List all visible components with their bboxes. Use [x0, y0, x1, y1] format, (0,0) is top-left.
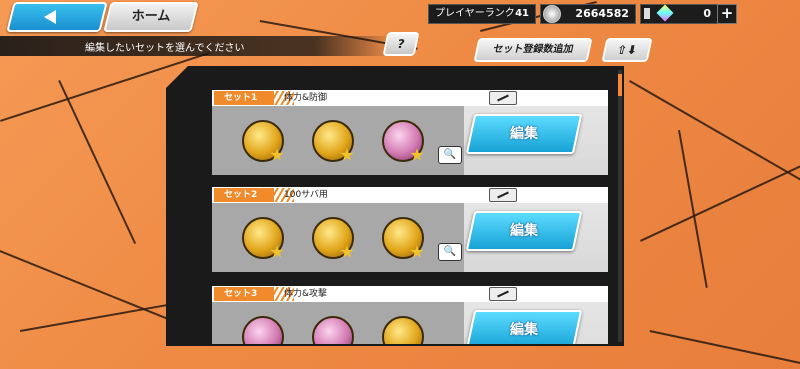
gem-icon	[656, 4, 674, 22]
edit-label: 編集	[510, 223, 538, 239]
magnifier-icon[interactable]: 🔍	[438, 146, 462, 164]
gem-value: 0	[703, 7, 711, 20]
add-set-slots-button[interactable]: セット登録数追加	[473, 38, 593, 62]
gem-counter: 0	[640, 4, 718, 24]
medal-slots: 🔍	[212, 106, 464, 175]
set-name: 100サバ用	[284, 190, 328, 200]
rename-pen-icon[interactable]	[489, 91, 517, 105]
edit-set-button[interactable]: 編集	[465, 114, 583, 154]
edit-set-button[interactable]: 編集	[465, 211, 583, 251]
medal-slots	[212, 302, 464, 344]
set-name: 体力&攻撃	[284, 289, 328, 299]
set-name: 体力&防御	[284, 93, 328, 103]
set-tag: セット1	[214, 91, 274, 105]
scrollbar[interactable]	[618, 70, 622, 342]
set-body: 🔍 編集	[212, 106, 608, 175]
instruction-text: 編集したいセットを選んでください	[85, 43, 245, 54]
coin-icon	[543, 5, 561, 23]
sort-button[interactable]: ⇧⬇	[601, 38, 653, 62]
medal-slots: 🔍	[212, 203, 464, 272]
edit-label: 編集	[510, 322, 538, 338]
rename-pen-icon[interactable]	[489, 188, 517, 202]
player-rank-label: プレイヤーランク	[435, 8, 515, 19]
edit-label: 編集	[510, 126, 538, 142]
set-tag: セット3	[214, 287, 274, 301]
top-bar: ホーム プレイヤーランク 41 2664582 0 +	[0, 0, 800, 32]
set-header: セット1 体力&防御	[212, 90, 608, 106]
instruction-bar: 編集したいセットを選んでください	[0, 36, 395, 56]
coin-counter: 2664582	[540, 4, 636, 24]
gem-bar-icon	[644, 8, 650, 19]
home-button[interactable]: ホーム	[103, 2, 199, 32]
set-row: セット2 100サバ用 🔍 編集	[212, 187, 608, 272]
medal-slot[interactable]	[382, 316, 424, 344]
back-button[interactable]	[6, 2, 108, 32]
set-tag: セット2	[214, 188, 274, 202]
set-header: セット3 体力&攻撃	[212, 286, 608, 302]
player-rank-value: 41	[515, 8, 529, 19]
medal-slot[interactable]	[312, 316, 354, 344]
back-arrow-icon	[44, 10, 56, 24]
rename-pen-icon[interactable]	[489, 287, 517, 301]
set-body: 🔍 編集	[212, 203, 608, 272]
coin-value: 2664582	[575, 7, 629, 20]
edit-set-button[interactable]: 編集	[465, 310, 583, 344]
set-header: セット2 100サバ用	[212, 187, 608, 203]
set-row: セット3 体力&攻撃 編集	[212, 286, 608, 344]
player-rank: プレイヤーランク 41	[428, 4, 536, 24]
home-label: ホーム	[131, 9, 171, 24]
help-button[interactable]: ?	[382, 32, 420, 56]
medal-slot[interactable]	[242, 316, 284, 344]
magnifier-icon[interactable]: 🔍	[438, 243, 462, 261]
set-row: セット1 体力&防御 🔍 編集	[212, 90, 608, 175]
add-gems-button[interactable]: +	[717, 4, 737, 24]
scrollbar-thumb[interactable]	[618, 74, 622, 96]
set-body: 編集	[212, 302, 608, 344]
